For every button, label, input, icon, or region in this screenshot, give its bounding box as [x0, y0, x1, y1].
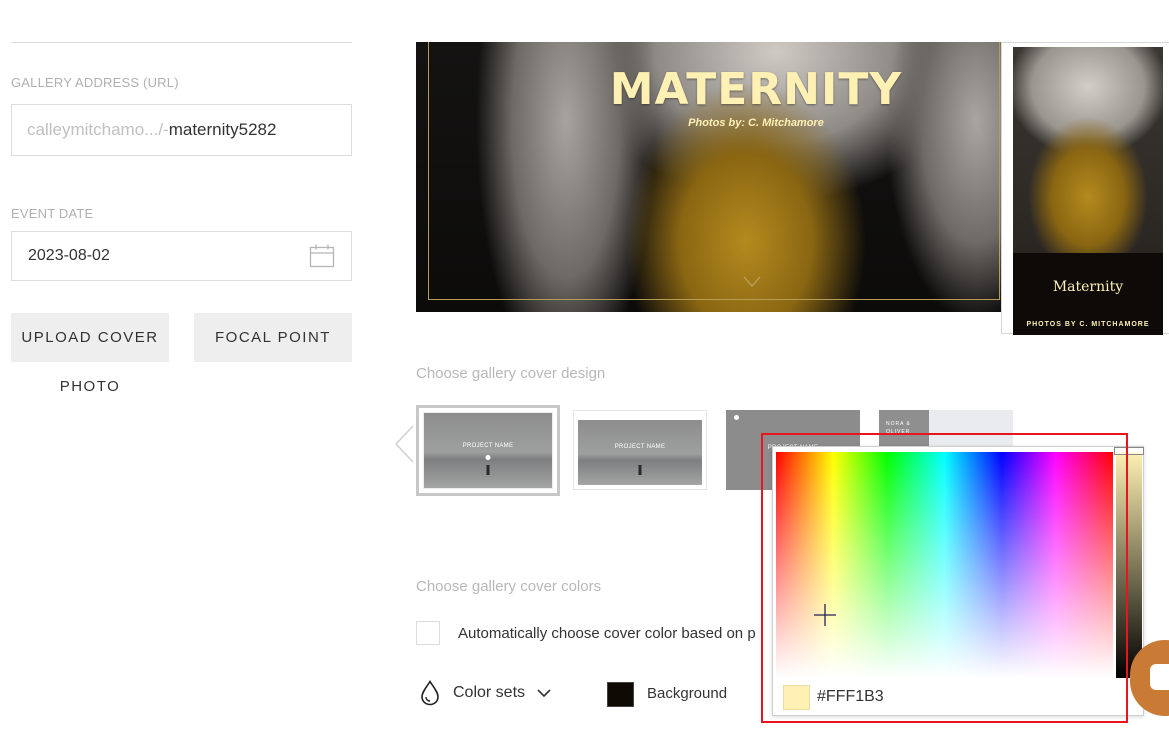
mobile-cover-title: Maternity [1052, 279, 1124, 295]
upload-cover-photo-button[interactable]: UPLOAD COVER [11, 313, 169, 362]
background-color-swatch[interactable] [607, 682, 634, 707]
top-divider [11, 42, 352, 43]
chat-bubble-icon [1150, 664, 1169, 690]
color-crosshair-handle[interactable] [814, 604, 836, 626]
color-picker-popup [772, 446, 1144, 716]
scroll-down-chevron-icon [743, 276, 761, 288]
hex-color-input[interactable] [817, 688, 1017, 706]
design-thumb-figure [486, 465, 490, 475]
carousel-prev-chevron-icon[interactable] [393, 424, 415, 464]
cover-colors-label: Choose gallery cover colors [416, 578, 602, 595]
auto-color-checkbox[interactable] [416, 621, 440, 645]
cover-title: MATERNITY [609, 64, 903, 115]
event-date-value: 2023-08-02 [28, 247, 110, 264]
lightness-slider-handle[interactable] [1114, 447, 1144, 455]
lightness-slider[interactable] [1116, 452, 1142, 678]
chevron-down-icon [537, 688, 551, 697]
color-sets-dropdown[interactable]: Color sets [420, 680, 551, 706]
cover-design-label: Choose gallery cover design [416, 365, 606, 382]
upload-cover-label: UPLOAD COVER [21, 329, 159, 346]
droplet-icon [421, 680, 439, 706]
gallery-address-input[interactable]: calleymitchamo.../- maternity5282 [11, 104, 352, 156]
design-thumb-dot [485, 455, 491, 460]
design-thumb-title: NORA & OLIVER [886, 421, 911, 435]
mobile-cover-photo [1013, 47, 1163, 253]
gallery-address-slug: maternity5282 [168, 120, 277, 139]
design-thumb-dot [734, 415, 739, 420]
background-color-label: Background [647, 685, 728, 702]
color-value-row [773, 679, 1143, 715]
upload-cover-label-line2[interactable]: PHOTO [11, 378, 169, 395]
gallery-address-label: GALLERY ADDRESS (URL) [11, 75, 179, 90]
design-thumb-title: PROJECT NAME [462, 443, 514, 449]
cover-design-option-1[interactable]: PROJECT NAME [416, 405, 560, 496]
design-thumb: PROJECT NAME [578, 420, 702, 485]
design-thumb-figure [638, 465, 642, 475]
mobile-cover-credit: PHOTOS BY C. MITCHAMORE [1026, 321, 1150, 328]
cover-subtitle: Photos by: C. Mitchamore [688, 117, 824, 129]
event-date-label: EVENT DATE [11, 206, 94, 221]
focal-point-label: FOCAL POINT [215, 329, 331, 346]
cover-preview-mobile: Maternity PHOTOS BY C. MITCHAMORE [1001, 42, 1169, 335]
color-spectrum-area[interactable] [776, 452, 1113, 678]
gallery-address-prefix: calleymitchamo.../- [27, 120, 169, 139]
event-date-input[interactable]: 2023-08-02 [11, 231, 352, 281]
calendar-icon[interactable] [309, 244, 335, 268]
cover-design-option-2[interactable]: PROJECT NAME [573, 410, 707, 490]
cover-preview-desktop: MATERNITY Photos by: C. Mitchamore [416, 42, 1002, 312]
focal-point-button[interactable]: FOCAL POINT [194, 313, 352, 362]
color-value-swatch [783, 684, 810, 710]
design-thumb-title: PROJECT NAME [614, 444, 666, 450]
color-sets-label: Color sets [453, 684, 526, 701]
design-thumb: PROJECT NAME [423, 412, 553, 489]
auto-color-label: Automatically choose cover color based o… [458, 625, 756, 642]
